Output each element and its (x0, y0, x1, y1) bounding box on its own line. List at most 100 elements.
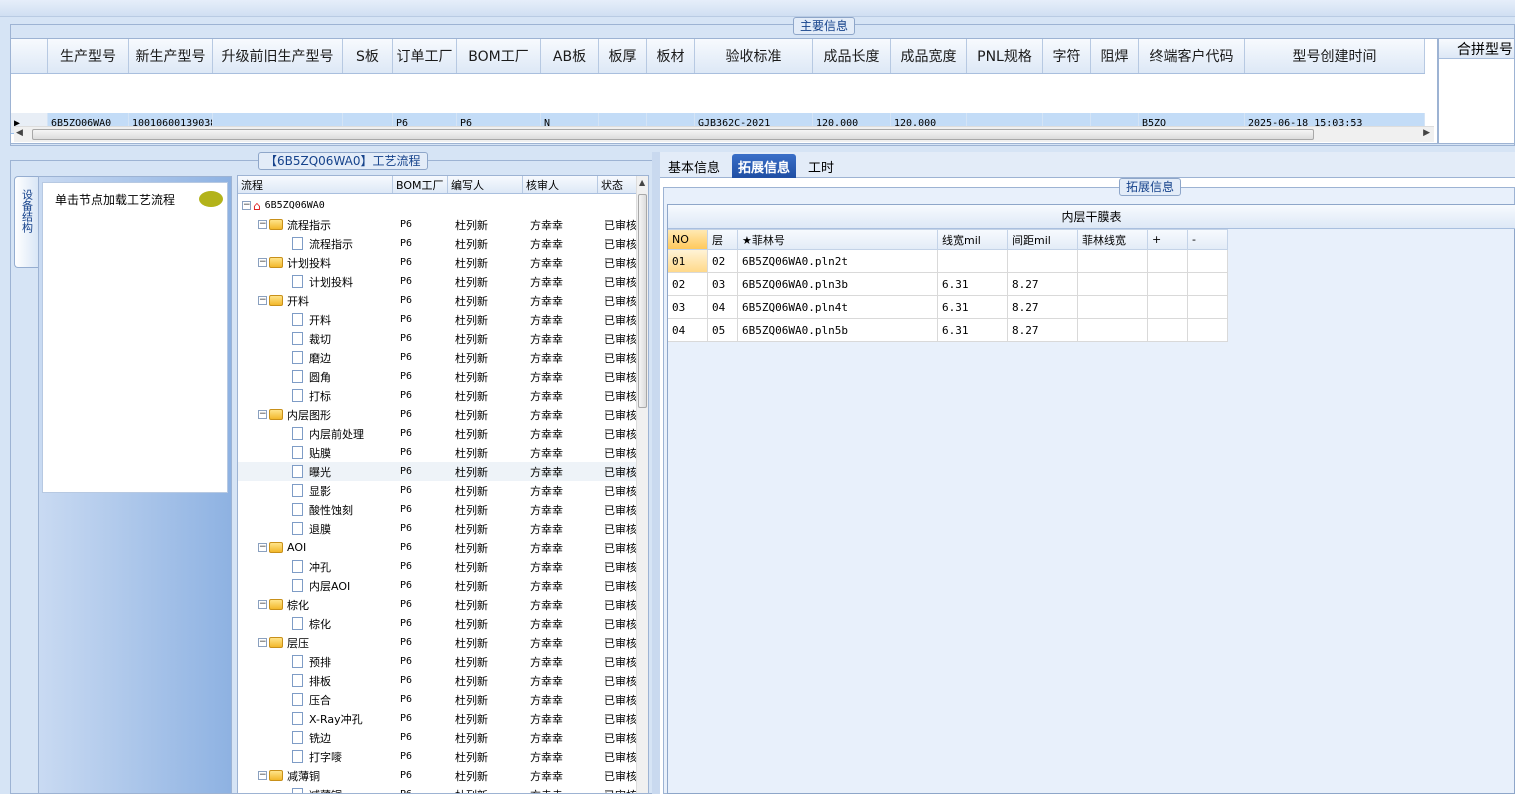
main-grid-col-header[interactable]: 阻焊 (1091, 39, 1139, 73)
tree-row[interactable]: 开料 P6 杜列新 方幸幸 已审核 (238, 310, 638, 329)
tree-row[interactable]: 排板 P6 杜列新 方幸幸 已审核 (238, 671, 638, 690)
main-grid-hscroll[interactable]: ◀ ▶ (14, 126, 1434, 142)
tab-work-hours[interactable]: 工时 (802, 154, 840, 178)
tree-row[interactable]: − 开料 P6 杜列新 方幸幸 已审核 (238, 291, 638, 310)
main-grid-col-header[interactable]: 生产型号 (48, 39, 129, 73)
film-cell[interactable]: 03 (708, 273, 738, 296)
film-cell[interactable] (1188, 319, 1228, 342)
tree-row[interactable]: 打字嘜 P6 杜列新 方幸幸 已审核 (238, 747, 638, 766)
film-table-row[interactable]: 01 02 6B5ZQ06WA0.pln2t (668, 250, 1228, 273)
tree-row[interactable]: 内层前处理 P6 杜列新 方幸幸 已审核 (238, 424, 638, 443)
film-cell[interactable] (1188, 273, 1228, 296)
scroll-right-arrow-icon[interactable]: ▶ (1423, 128, 1430, 138)
film-cell[interactable]: 6B5ZQ06WA0.pln3b (738, 273, 938, 296)
film-table-row[interactable]: 04 05 6B5ZQ06WA0.pln5b 6.31 8.27 (668, 319, 1228, 342)
tree-row[interactable]: 流程指示 P6 杜列新 方幸幸 已审核 (238, 234, 638, 253)
collapse-icon[interactable]: − (258, 258, 267, 267)
film-cell[interactable] (1078, 319, 1148, 342)
film-cell[interactable]: 05 (708, 319, 738, 342)
collapse-icon[interactable]: − (258, 410, 267, 419)
tree-row[interactable]: − 减薄铜 P6 杜列新 方幸幸 已审核 (238, 766, 638, 785)
tree-col-header[interactable]: 编写人 (448, 176, 523, 193)
main-grid-col-header[interactable]: PNL规格 (967, 39, 1043, 73)
tree-row[interactable]: 减薄铜 P6 杜列新方幸幸已审核 (238, 785, 638, 793)
tab-basic-info[interactable]: 基本信息 (662, 154, 726, 178)
tree-row[interactable]: 曝光 P6 杜列新 方幸幸 已审核 (238, 462, 638, 481)
tree-row[interactable]: 打标 P6 杜列新 方幸幸 已审核 (238, 386, 638, 405)
film-cell[interactable] (938, 250, 1008, 273)
tree-row[interactable]: 裁切 P6 杜列新 方幸幸 已审核 (238, 329, 638, 348)
tree-row[interactable]: 显影 P6 杜列新 方幸幸 已审核 (238, 481, 638, 500)
main-grid-col-header[interactable]: 成品宽度 (891, 39, 967, 73)
film-cell[interactable]: 8.27 (1008, 319, 1078, 342)
film-cell[interactable]: 6.31 (938, 319, 1008, 342)
film-cell[interactable]: 6B5ZQ06WA0.pln2t (738, 250, 938, 273)
side-tab-equipment[interactable]: 设备结构 (14, 176, 38, 268)
film-col-header[interactable]: NO (668, 229, 708, 250)
film-cell[interactable] (1188, 250, 1228, 273)
film-cell[interactable] (1148, 273, 1188, 296)
tree-col-header[interactable]: BOM工厂 (393, 176, 448, 193)
tree-row[interactable]: − 流程指示 P6 杜列新 方幸幸 已审核 (238, 215, 638, 234)
film-table-row[interactable]: 03 04 6B5ZQ06WA0.pln4t 6.31 8.27 (668, 296, 1228, 319)
tree-row[interactable]: − AOI P6 杜列新 方幸幸 已审核 (238, 538, 638, 557)
process-tree-grid[interactable]: 流程 BOM工厂 编写人 核审人 状态 − ⌂ 6B5ZQ06WA0− 流程指示 P6 杜列新 方幸… (237, 175, 649, 794)
vertical-splitter[interactable] (652, 152, 660, 794)
tree-row[interactable]: 铣边 P6 杜列新 方幸幸 已审核 (238, 728, 638, 747)
film-cell[interactable] (1148, 296, 1188, 319)
film-col-header[interactable]: + (1148, 229, 1188, 250)
main-grid-col-header[interactable]: BOM工厂 (457, 39, 541, 73)
collapse-icon[interactable]: − (258, 296, 267, 305)
main-grid-col-header[interactable]: 升级前旧生产型号 (213, 39, 343, 73)
film-table-row[interactable]: 02 03 6B5ZQ06WA0.pln3b 6.31 8.27 (668, 273, 1228, 296)
main-grid-col-header[interactable]: 字符 (1043, 39, 1091, 73)
scroll-left-arrow-icon[interactable]: ◀ (16, 128, 23, 138)
film-cell[interactable] (1078, 296, 1148, 319)
film-col-header[interactable]: - (1188, 229, 1228, 250)
tab-ext-info[interactable]: 拓展信息 (732, 154, 797, 178)
tree-col-header[interactable]: 流程 (238, 176, 393, 193)
film-cell[interactable] (1148, 250, 1188, 273)
tree-row[interactable]: 圆角 P6 杜列新 方幸幸 已审核 (238, 367, 638, 386)
collapse-icon[interactable]: − (242, 201, 251, 210)
tree-vscroll[interactable]: ▲ (636, 176, 648, 793)
collapse-icon[interactable]: − (258, 771, 267, 780)
main-grid-col-header[interactable]: AB板 (541, 39, 599, 73)
film-cell[interactable]: 04 (708, 296, 738, 319)
collapse-icon[interactable]: − (258, 638, 267, 647)
scroll-up-arrow-icon[interactable]: ▲ (639, 178, 645, 187)
tree-row[interactable]: 酸性蚀刻 P6 杜列新 方幸幸 已审核 (238, 500, 638, 519)
film-cell[interactable]: 6.31 (938, 273, 1008, 296)
speech-bubble-icon[interactable] (199, 191, 223, 207)
tree-scroll-thumb[interactable] (638, 194, 647, 408)
film-cell[interactable] (1078, 250, 1148, 273)
main-grid-col-header[interactable]: 成品长度 (813, 39, 891, 73)
collapse-icon[interactable]: − (258, 543, 267, 552)
film-cell[interactable]: 8.27 (1008, 296, 1078, 319)
tree-row[interactable]: 磨边 P6 杜列新 方幸幸 已审核 (238, 348, 638, 367)
film-cell[interactable] (1148, 319, 1188, 342)
tree-row[interactable]: 退膜 P6 杜列新 方幸幸 已审核 (238, 519, 638, 538)
film-cell[interactable]: 02 (708, 250, 738, 273)
tree-col-header[interactable]: 核审人 (523, 176, 598, 193)
tree-row[interactable]: 冲孔 P6 杜列新 方幸幸 已审核 (238, 557, 638, 576)
film-cell[interactable]: 6B5ZQ06WA0.pln5b (738, 319, 938, 342)
tree-row[interactable]: 贴膜 P6 杜列新 方幸幸 已审核 (238, 443, 638, 462)
tree-row[interactable]: 棕化 P6 杜列新 方幸幸 已审核 (238, 614, 638, 633)
tree-row[interactable]: 压合 P6 杜列新 方幸幸 已审核 (238, 690, 638, 709)
film-cell[interactable]: 8.27 (1008, 273, 1078, 296)
film-cell[interactable] (1008, 250, 1078, 273)
film-cell[interactable]: 6.31 (938, 296, 1008, 319)
film-cell[interactable]: 01 (668, 250, 708, 273)
main-grid-col-header[interactable]: 板厚 (599, 39, 647, 73)
tree-row[interactable]: 预排 P6 杜列新 方幸幸 已审核 (238, 652, 638, 671)
tree-row[interactable]: X-Ray冲孔 P6 杜列新 方幸幸 已审核 (238, 709, 638, 728)
film-col-header[interactable]: 层 (708, 229, 738, 250)
tree-row[interactable]: 内层AOI P6 杜列新 方幸幸 已审核 (238, 576, 638, 595)
main-grid-col-header[interactable]: 订单工厂 (393, 39, 457, 73)
main-grid-col-header[interactable]: 验收标准 (695, 39, 813, 73)
collapse-icon[interactable]: − (258, 600, 267, 609)
main-grid-col-header[interactable]: 型号创建时间 (1245, 39, 1425, 73)
film-cell[interactable]: 6B5ZQ06WA0.pln4t (738, 296, 938, 319)
tree-row[interactable]: − 计划投料 P6 杜列新 方幸幸 已审核 (238, 253, 638, 272)
